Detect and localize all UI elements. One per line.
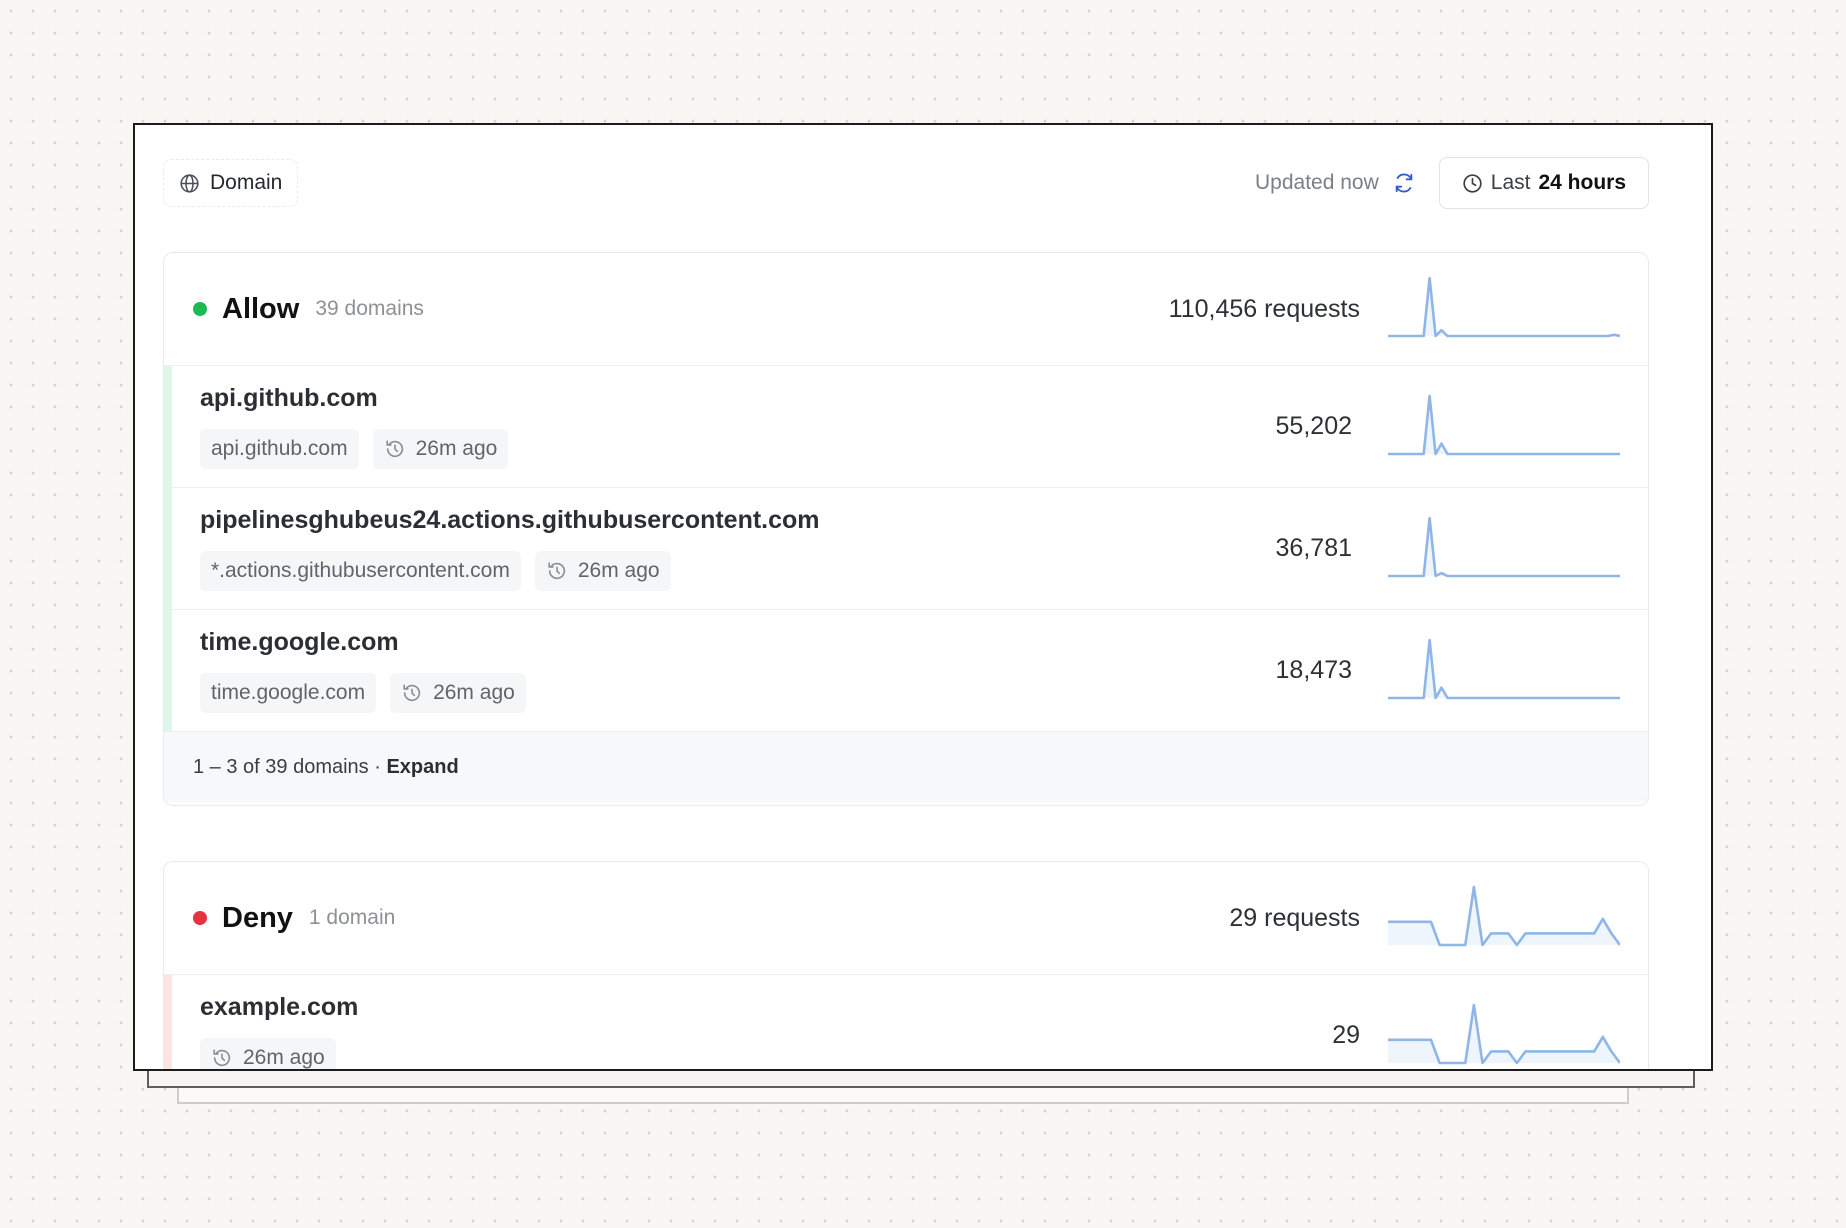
sparkline-area — [1388, 1004, 1620, 1063]
domain-filter-label: Domain — [210, 171, 283, 194]
domain-request-count: 18,473 — [1275, 656, 1352, 684]
pagination-separator: · — [368, 755, 387, 778]
domain-row[interactable]: example.com 26m ago 29 — [164, 975, 1648, 1069]
allow-request-total: 110,456 requests — [1168, 294, 1360, 323]
sparkline-line — [1388, 638, 1620, 699]
domain-row[interactable]: pipelinesghubeus24.actions.githubusercon… — [164, 488, 1648, 610]
row-accent — [164, 975, 172, 1069]
sparkline-line — [1388, 516, 1620, 577]
last-seen-tag: 26m ago — [372, 429, 509, 469]
deny-group-title: Deny — [222, 901, 293, 934]
allow-group-header[interactable]: Allow 39 domains 110,456 requests — [164, 253, 1648, 366]
domain-request-count: 29 — [1332, 1021, 1360, 1049]
deny-sparkline — [1388, 885, 1620, 947]
sparkline-area — [1388, 278, 1620, 336]
toolbar: Domain Updated now Last 24 hours — [163, 157, 1649, 209]
allow-group-title: Allow — [222, 292, 300, 325]
time-range-prefix: Last — [1490, 171, 1531, 194]
deny-domain-count: 1 domain — [308, 906, 396, 929]
domain-name: time.google.com — [200, 628, 399, 656]
deny-group: Deny 1 domain 29 requests example.com 26… — [163, 861, 1649, 1069]
domain-rule-tag: *.actions.githubusercontent.com — [200, 551, 521, 591]
deny-status-dot — [193, 911, 207, 925]
clock-icon — [1463, 173, 1482, 193]
sparkline-area — [1388, 887, 1620, 945]
domain-sparkline — [1388, 394, 1620, 455]
row-accent — [164, 488, 172, 609]
sparkline-line — [1388, 394, 1620, 455]
deny-group-header[interactable]: Deny 1 domain 29 requests — [164, 862, 1648, 975]
last-seen-tag: 26m ago — [534, 551, 671, 591]
domain-row[interactable]: api.github.com api.github.com 26m ago 55… — [164, 366, 1648, 488]
sparkline-area — [1388, 517, 1620, 576]
time-range-button[interactable]: Last 24 hours — [1438, 157, 1649, 209]
domain-rule-tag: time.google.com — [200, 673, 377, 713]
history-icon — [213, 1049, 231, 1067]
domain-sparkline — [1388, 1003, 1620, 1064]
toolbar-right: Updated now Last 24 hours — [1255, 157, 1649, 209]
allow-sparkline — [1388, 276, 1620, 338]
domain-request-count: 55,202 — [1275, 412, 1352, 440]
row-accent — [164, 610, 172, 731]
expand-link[interactable]: Expand — [386, 756, 458, 779]
history-icon — [403, 684, 421, 702]
deny-request-total: 29 requests — [1229, 903, 1360, 932]
globe-icon — [180, 173, 199, 193]
history-icon — [548, 562, 565, 580]
domain-sparkline — [1388, 516, 1620, 577]
row-accent — [164, 366, 172, 487]
sparkline-area — [1388, 639, 1620, 698]
history-icon — [385, 440, 403, 458]
domain-request-count: 36,781 — [1275, 534, 1352, 562]
domain-row[interactable]: time.google.com time.google.com 26m ago … — [164, 610, 1648, 732]
time-range-value: 24 hours — [1538, 171, 1626, 194]
allow-domain-count: 39 domains — [315, 297, 424, 320]
domain-name: api.github.com — [200, 384, 378, 412]
allow-group: Allow 39 domains 110,456 requests api.gi… — [163, 252, 1649, 806]
sparkline-area — [1388, 395, 1620, 454]
refresh-icon[interactable] — [1393, 172, 1415, 194]
last-seen-tag: 26m ago — [390, 673, 526, 713]
domain-name: example.com — [200, 993, 359, 1021]
domain-filter-button[interactable]: Domain — [163, 159, 299, 207]
domain-rule-tag: api.github.com — [200, 429, 359, 469]
allow-group-footer: 1 – 3 of 39 domains · Expand — [164, 732, 1648, 802]
domain-sparkline — [1388, 638, 1620, 699]
allow-status-dot — [193, 302, 207, 316]
sparkline-line — [1388, 276, 1620, 338]
updated-status: Updated now — [1255, 171, 1379, 194]
pagination-range: 1 – 3 of 39 domains — [193, 755, 369, 778]
egress-domains-panel: Domain Updated now Last 24 hours Allow 3… — [133, 123, 1713, 1071]
last-seen-tag: 26m ago — [200, 1038, 336, 1069]
domain-name: pipelinesghubeus24.actions.githubusercon… — [200, 506, 820, 534]
